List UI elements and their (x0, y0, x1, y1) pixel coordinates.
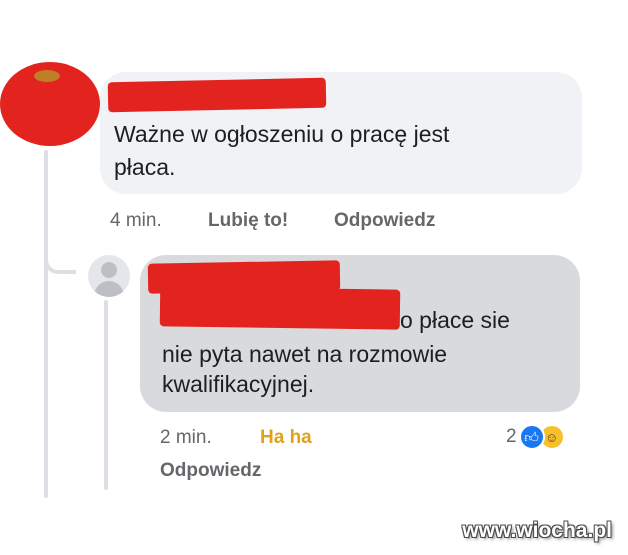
reply-connector-line (104, 300, 108, 490)
avatar-body-silhouette (94, 281, 124, 297)
commenter-avatar-redacted[interactable] (0, 62, 100, 146)
reaction-summary[interactable]: 2 👍︎ ☺ (506, 424, 565, 450)
default-user-avatar[interactable] (88, 255, 130, 297)
reply-comment-reply-button[interactable]: Odpowiedz (160, 460, 261, 482)
site-watermark: www.wiocha.pl (462, 519, 612, 542)
reply-comment-timestamp[interactable]: 2 min. (160, 427, 212, 449)
main-comment-text-line-1: Ważne w ogłoszeniu o pracę jest (114, 121, 450, 147)
main-comment-timestamp[interactable]: 4 min. (110, 210, 162, 232)
thread-connector-line (44, 150, 48, 498)
reply-comment-text-line-2: nie pyta nawet na rozmowie (162, 341, 448, 367)
commenter-name-redacted (107, 77, 327, 113)
avatar-detail (34, 70, 60, 82)
reply-text-redacted (159, 286, 401, 330)
reply-comment-text-line-3: kwalifikacyjnej. (162, 371, 315, 397)
avatar-head-silhouette (101, 262, 117, 278)
reply-branch-connector (44, 240, 76, 274)
like-button[interactable]: Lubię to! (208, 210, 288, 232)
like-icon: 👍︎ (518, 424, 545, 450)
reaction-count: 2 (506, 426, 517, 447)
haha-reaction-button[interactable]: Ha ha (260, 427, 312, 449)
reply-button[interactable]: Odpowiedz (334, 210, 435, 232)
reply-comment-text-line-1: o płace sie (400, 307, 510, 333)
main-comment-text-line-2: płaca. (114, 154, 176, 180)
